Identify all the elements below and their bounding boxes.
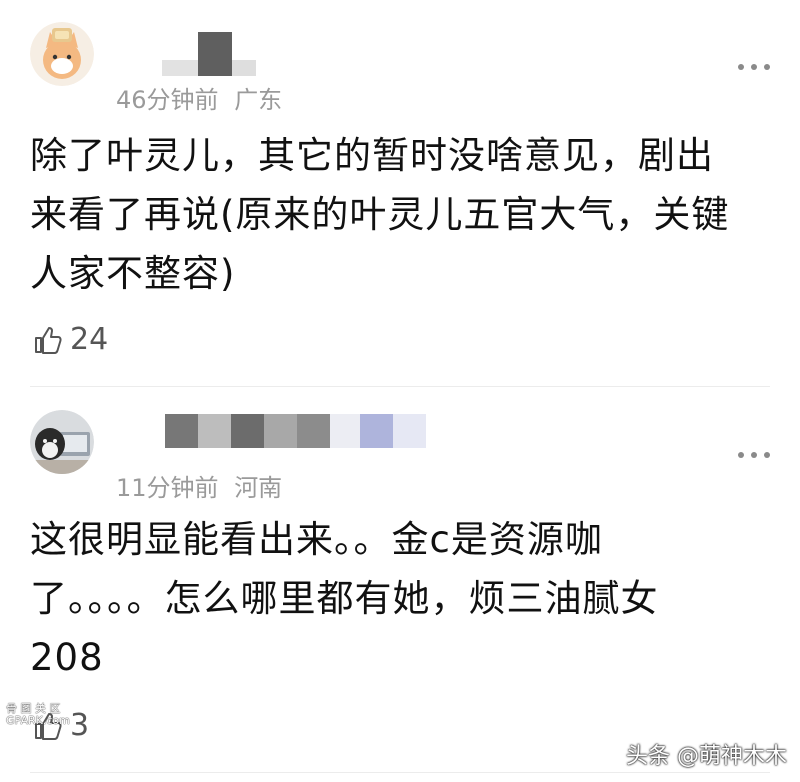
comment-text-line: 来看了再说(原来的叶灵儿五官大气，关键 (30, 193, 730, 236)
dog-avatar-icon (30, 410, 94, 474)
site-watermark: 骨 图 关 区 GPARK.com (6, 703, 70, 727)
comment-location: 广东 (234, 86, 283, 114)
author-watermark: 头条 @萌神木木 (626, 744, 787, 769)
more-options-icon[interactable] (738, 62, 770, 72)
comment-item: 11分钟前 河南 这很明显能看出来。。金c是资源咖 了。。。。怎么哪里都有她，烦… (0, 390, 800, 750)
thumbs-up-icon (35, 326, 62, 354)
comment-text-line: 除了叶灵儿，其它的暂时没啥意见，剧出 (30, 134, 714, 177)
avatar[interactable] (30, 410, 94, 474)
comment-time: 11分钟前 (116, 474, 219, 502)
comment-location: 河南 (234, 474, 283, 502)
comment-time: 46分钟前 (116, 86, 219, 114)
comment-text-line: 了。。。。怎么哪里都有她，烦三油腻女 (30, 577, 659, 620)
username-blurred[interactable] (165, 414, 426, 448)
username-blurred[interactable] (162, 32, 256, 76)
comment-divider (30, 386, 770, 387)
comment-divider (30, 772, 770, 773)
cat-avatar-icon (30, 22, 94, 86)
avatar[interactable] (30, 22, 94, 86)
comment-item: 46分钟前 广东 除了叶灵儿，其它的暂时没啥意见，剧出 来看了再说(原来的叶灵儿… (0, 0, 800, 380)
more-options-icon[interactable] (738, 450, 770, 460)
like-button[interactable]: 24 (32, 322, 108, 357)
comment-text-line: 人家不整容) (30, 252, 236, 295)
comment-text-line: 208 (30, 636, 104, 679)
comment-meta: 46分钟前 广东 (116, 80, 282, 115)
site-watermark-line: GPARK.com (6, 714, 70, 727)
comment-text-line: 这很明显能看出来。。金c是资源咖 (30, 518, 603, 561)
like-count: 3 (70, 708, 90, 743)
like-count: 24 (70, 322, 109, 357)
comment-meta: 11分钟前 河南 (116, 468, 282, 503)
